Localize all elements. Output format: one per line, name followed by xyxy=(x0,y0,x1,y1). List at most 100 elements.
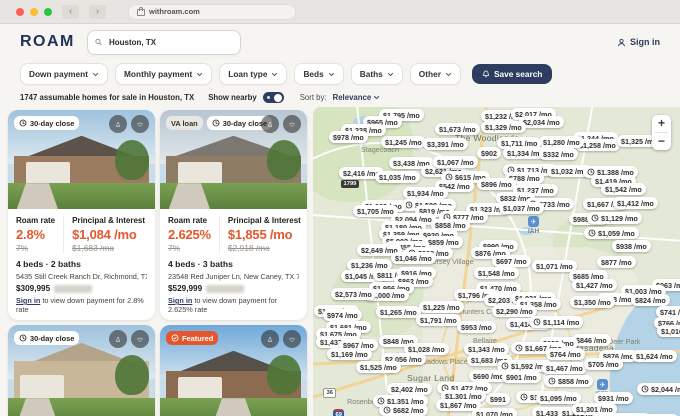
badge-row: 30-day close xyxy=(14,116,79,130)
listing-card[interactable]: FeaturedRoam rate2.25%Principal & Intere… xyxy=(160,325,307,416)
pill-price: $1,059 /mo xyxy=(598,229,635,238)
map-route-shield: 69 xyxy=(333,409,344,416)
share-button[interactable] xyxy=(109,115,127,133)
maximize-window-icon[interactable] xyxy=(44,8,52,16)
map-price-pill[interactable]: $2,044 /mo xyxy=(637,383,680,395)
map-price-pill[interactable]: $896 /mo xyxy=(477,178,516,190)
favorite-button[interactable] xyxy=(283,115,301,133)
filter-other[interactable]: Other xyxy=(410,63,461,85)
map-price-pill[interactable]: $1,525 /mo xyxy=(356,361,401,373)
window-controls[interactable] xyxy=(16,8,52,16)
chevron-down-icon xyxy=(387,71,394,78)
map-price-pill[interactable]: $1,542 /mo xyxy=(601,183,646,195)
map-price-pill[interactable]: $682 /mo xyxy=(379,404,428,416)
map-price-pill[interactable]: $3,391 /mo xyxy=(423,138,468,150)
pill-price: $1,867 /mo xyxy=(440,401,477,410)
map-price-pill[interactable]: $2,573 /mo xyxy=(331,288,376,300)
listing-photo: 30-day close xyxy=(8,325,155,416)
map[interactable]: + − StagecoachThe WoodlandsJersey Villag… xyxy=(313,107,680,416)
map-price-pill[interactable]: $1,329 /mo xyxy=(481,121,526,133)
map-price-pill[interactable]: $2,402 /mo xyxy=(387,383,432,395)
save-search-button[interactable]: Save search xyxy=(472,64,552,84)
map-price-pill[interactable]: $953 /mo xyxy=(457,321,496,333)
show-nearby-toggle[interactable] xyxy=(263,92,284,103)
map-price-pill[interactable]: $1,548 /mo xyxy=(474,267,519,279)
map-price-pill[interactable]: $1,059 /mo xyxy=(584,227,639,239)
filter-down-payment[interactable]: Down payment xyxy=(20,63,108,85)
map-price-pill[interactable]: $991 xyxy=(486,393,510,405)
filter-baths[interactable]: Baths xyxy=(351,63,403,85)
map-price-pill[interactable]: $705 /mo xyxy=(584,358,623,370)
minimize-window-icon[interactable] xyxy=(30,8,38,16)
map-price-pill[interactable]: $858 /mo xyxy=(544,375,593,387)
map-price-pill[interactable]: $1,169 /mo xyxy=(327,348,372,360)
map-price-pill[interactable]: $901 /mo xyxy=(502,371,541,383)
map-price-pill[interactable]: $974 /mo xyxy=(323,309,362,321)
favorite-button[interactable] xyxy=(283,330,301,348)
map-price-pill[interactable]: $1,673 /mo xyxy=(435,123,480,135)
map-price-pill[interactable]: $1,071 /mo xyxy=(532,260,577,272)
map-price-pill[interactable]: $1,035 /mo xyxy=(375,171,420,183)
favorite-button[interactable] xyxy=(131,330,149,348)
map-price-pill[interactable]: $1,046 /mo xyxy=(391,252,436,264)
search-input[interactable] xyxy=(107,37,233,48)
sign-in-button[interactable]: Sign in xyxy=(617,37,660,47)
map-price-pill[interactable]: $1,624 /mo xyxy=(632,350,677,362)
pill-price: $1,548 /mo xyxy=(478,269,515,278)
map-price-pill[interactable]: $846 /mo xyxy=(572,334,611,346)
map-price-pill[interactable]: $1,010 /mo xyxy=(657,325,680,337)
map-price-pill[interactable]: $877 /mo xyxy=(597,256,636,268)
listing-card[interactable]: VA loan30-day closeRoam rate2.625%7%Prin… xyxy=(160,110,307,320)
map-price-pill[interactable]: $1,129 /mo xyxy=(587,212,642,224)
browser-forward-button[interactable]: › xyxy=(89,5,106,19)
map-price-pill[interactable]: $1,095 /mo xyxy=(536,392,581,404)
map-price-pill[interactable]: $1,427 /mo xyxy=(572,279,617,291)
share-button[interactable] xyxy=(109,330,127,348)
roam-logo[interactable]: ROAM xyxy=(20,33,75,51)
map-price-pill[interactable]: $697 /mo xyxy=(492,255,531,267)
filter-monthly-payment[interactable]: Monthly payment xyxy=(115,63,212,85)
map-price-pill[interactable]: $332 /mo xyxy=(539,148,578,160)
filter-beds[interactable]: Beds xyxy=(294,63,343,85)
map-price-pill[interactable]: $1,225 /mo xyxy=(419,301,464,313)
map-price-pill[interactable]: $1,350 /mo xyxy=(570,296,615,308)
map-price-pill[interactable]: $1,412 /mo xyxy=(613,197,658,209)
map-price-pill[interactable]: $1,934 /mo xyxy=(403,187,448,199)
rates-row: Roam rate2.8%7%Principal & Interest$1,08… xyxy=(16,216,147,253)
zoom-in-button[interactable]: + xyxy=(652,115,671,132)
map-price-pill[interactable]: $1,245 /mo xyxy=(381,136,426,148)
map-price-pill[interactable]: $978 /mo xyxy=(329,131,368,143)
share-button[interactable] xyxy=(261,115,279,133)
sort-dropdown[interactable]: Relevance xyxy=(333,93,381,102)
map-price-pill[interactable]: $938 /mo xyxy=(612,240,651,252)
map-price-pill[interactable]: $1,265 /mo xyxy=(376,306,421,318)
map-price-pill[interactable]: $764 /mo xyxy=(546,348,585,360)
map-price-pill[interactable]: $1,114 /mo xyxy=(529,316,583,328)
browser-back-button[interactable]: ‹ xyxy=(62,5,79,19)
listing-card[interactable]: 30-day closeRoam rate2.66%Principal & In… xyxy=(8,325,155,416)
share-button[interactable] xyxy=(261,330,279,348)
filter-loan-type[interactable]: Loan type xyxy=(219,63,287,85)
zoom-out-button[interactable]: − xyxy=(652,133,671,150)
url-bar[interactable]: withroam.com xyxy=(128,4,296,20)
map-price-pill[interactable]: $1,070 /mo xyxy=(472,408,517,416)
map-price-pill[interactable]: $1,037 /mo xyxy=(499,202,544,214)
close-window-icon[interactable] xyxy=(16,8,24,16)
map-price-pill[interactable]: $1,280 /mo xyxy=(539,136,584,148)
sign-in-link[interactable]: Sign in xyxy=(16,296,40,305)
map-price-pill[interactable]: $2,290 /mo xyxy=(492,305,537,317)
map-price-pill[interactable]: $1,467 /mo xyxy=(542,362,587,374)
map-price-pill[interactable]: $1,791 /mo xyxy=(416,314,461,326)
map-price-pill[interactable]: $902 xyxy=(477,147,501,159)
heart-icon xyxy=(289,120,295,129)
location-search[interactable] xyxy=(87,30,241,55)
map-price-pill[interactable]: $1,067 /mo xyxy=(433,156,478,168)
roam-rate-column: Roam rate2.625%7% xyxy=(168,216,211,253)
pill-price: $1,265 /mo xyxy=(380,308,417,317)
filter-label: Beds xyxy=(303,69,323,79)
sign-in-link[interactable]: Sign in xyxy=(168,296,192,305)
listing-card[interactable]: 30-day close Roam rate2.8%7%Principal & I… xyxy=(8,110,155,320)
map-price-pill[interactable]: $824 /mo xyxy=(631,294,670,306)
favorite-button[interactable] xyxy=(131,115,149,133)
roam-rate-old-value: 7% xyxy=(168,243,211,253)
